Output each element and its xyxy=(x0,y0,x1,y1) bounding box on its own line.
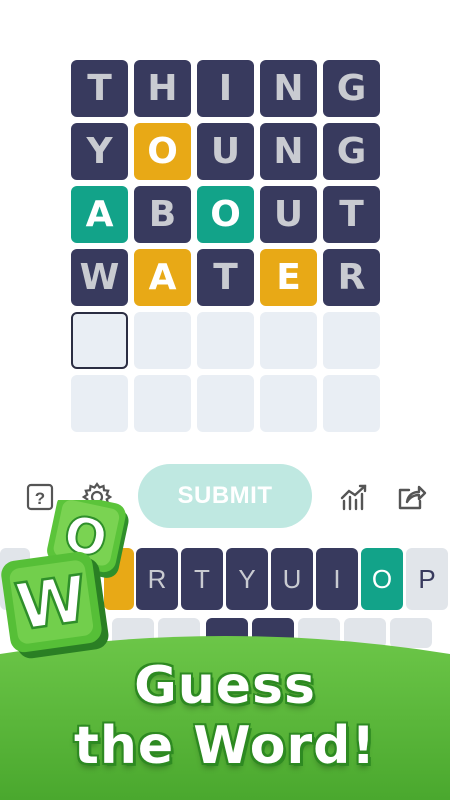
letter-tile xyxy=(197,375,254,432)
promo-line-2: the Word! xyxy=(73,716,377,776)
share-icon xyxy=(398,485,427,510)
board-row xyxy=(71,375,386,432)
keyboard-key-u[interactable]: U xyxy=(271,548,313,610)
letter-tile: B xyxy=(134,186,191,243)
letter-tile xyxy=(197,312,254,369)
logo-letter-bottom: W xyxy=(12,562,92,645)
submit-button[interactable]: SUBMIT xyxy=(138,464,312,528)
letter-tile: U xyxy=(260,186,317,243)
letter-tile: O xyxy=(197,186,254,243)
letter-tile xyxy=(260,375,317,432)
letter-tile: W xyxy=(71,249,128,306)
letter-tile: T xyxy=(323,186,380,243)
letter-tile: A xyxy=(134,249,191,306)
letter-tile: E xyxy=(260,249,317,306)
letter-tile xyxy=(323,312,380,369)
stats-button[interactable] xyxy=(337,480,371,514)
letter-tile xyxy=(71,312,128,369)
letter-tile: N xyxy=(260,123,317,180)
keyboard-key-r[interactable]: R xyxy=(136,548,178,610)
app-logo: O W xyxy=(1,500,129,659)
letter-tile: G xyxy=(323,123,380,180)
keyboard-key-p[interactable]: P xyxy=(406,548,448,610)
keyboard-key-o[interactable]: O xyxy=(361,548,403,610)
letter-tile: U xyxy=(197,123,254,180)
keyboard-key-i[interactable]: I xyxy=(316,548,358,610)
letter-tile: Y xyxy=(71,123,128,180)
letter-tile xyxy=(134,312,191,369)
letter-tile xyxy=(134,375,191,432)
letter-tile: O xyxy=(134,123,191,180)
letter-tile: T xyxy=(71,60,128,117)
keyboard-key-t[interactable]: T xyxy=(181,548,223,610)
board-row: YOUNG xyxy=(71,123,386,180)
share-button[interactable] xyxy=(394,480,428,514)
letter-tile: G xyxy=(323,60,380,117)
letter-tile xyxy=(260,312,317,369)
keyboard-key-y[interactable]: Y xyxy=(226,548,268,610)
letter-tile xyxy=(323,375,380,432)
letter-tile: R xyxy=(323,249,380,306)
letter-tile: A xyxy=(71,186,128,243)
letter-tile: H xyxy=(134,60,191,117)
letter-tile: N xyxy=(260,60,317,117)
game-board: THINGYOUNGABOUTWATER xyxy=(71,60,386,438)
letter-tile: I xyxy=(197,60,254,117)
letter-tile xyxy=(71,375,128,432)
board-row: ABOUT xyxy=(71,186,386,243)
stats-chart-icon xyxy=(340,484,367,511)
board-row: WATER xyxy=(71,249,386,306)
board-row xyxy=(71,312,386,369)
board-row: THING xyxy=(71,60,386,117)
letter-tile: T xyxy=(197,249,254,306)
